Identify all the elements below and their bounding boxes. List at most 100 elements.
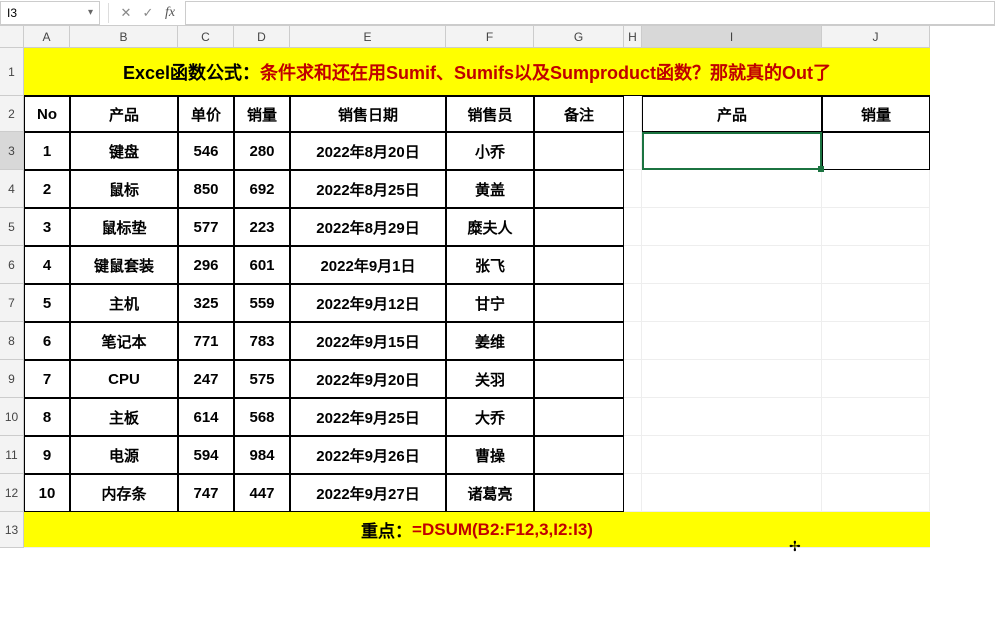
table-cell-price[interactable]: 747: [178, 474, 234, 512]
table-cell-seller[interactable]: 曹操: [446, 436, 534, 474]
table-cell-seller[interactable]: 甘宁: [446, 284, 534, 322]
table-cell-price[interactable]: 546: [178, 132, 234, 170]
column-header-F[interactable]: F: [446, 26, 534, 47]
row-header-1[interactable]: 1: [0, 48, 23, 96]
table-header-note[interactable]: 备注: [534, 96, 624, 132]
table-header-product[interactable]: 产品: [70, 96, 178, 132]
table-cell-product[interactable]: 鼠标: [70, 170, 178, 208]
row-header-7[interactable]: 7: [0, 284, 23, 322]
table-cell-no[interactable]: 1: [24, 132, 70, 170]
gap-cell[interactable]: [624, 436, 642, 474]
gap-cell[interactable]: [624, 360, 642, 398]
empty-cell[interactable]: [642, 360, 822, 398]
table-cell-qty[interactable]: 575: [234, 360, 290, 398]
table-cell-qty[interactable]: 447: [234, 474, 290, 512]
table-cell-qty[interactable]: 984: [234, 436, 290, 474]
table-cell-seller[interactable]: 关羽: [446, 360, 534, 398]
criteria-cell-qty[interactable]: [822, 132, 930, 170]
table-cell-qty[interactable]: 692: [234, 170, 290, 208]
criteria-header-qty[interactable]: 销量: [822, 96, 930, 132]
chevron-down-icon[interactable]: ▾: [88, 7, 93, 18]
table-cell-no[interactable]: 10: [24, 474, 70, 512]
table-cell-product[interactable]: 主板: [70, 398, 178, 436]
criteria-header-product[interactable]: 产品: [642, 96, 822, 132]
empty-cell[interactable]: [822, 246, 930, 284]
table-cell-qty[interactable]: 559: [234, 284, 290, 322]
cancel-icon[interactable]: ✕: [115, 2, 137, 24]
empty-cell[interactable]: [822, 170, 930, 208]
table-cell-no[interactable]: 7: [24, 360, 70, 398]
empty-cell[interactable]: [642, 284, 822, 322]
selection-handle[interactable]: [818, 166, 824, 172]
table-cell-no[interactable]: 8: [24, 398, 70, 436]
table-cell-note[interactable]: [534, 132, 624, 170]
table-cell-seller[interactable]: 糜夫人: [446, 208, 534, 246]
table-cell-note[interactable]: [534, 170, 624, 208]
table-cell-price[interactable]: 325: [178, 284, 234, 322]
table-cell-date[interactable]: 2022年8月25日: [290, 170, 446, 208]
table-cell-seller[interactable]: 诸葛亮: [446, 474, 534, 512]
table-cell-date[interactable]: 2022年9月26日: [290, 436, 446, 474]
table-cell-seller[interactable]: 小乔: [446, 132, 534, 170]
table-cell-qty[interactable]: 223: [234, 208, 290, 246]
table-cell-date[interactable]: 2022年9月1日: [290, 246, 446, 284]
empty-cell[interactable]: [822, 284, 930, 322]
table-cell-price[interactable]: 577: [178, 208, 234, 246]
table-cell-product[interactable]: 电源: [70, 436, 178, 474]
empty-cell[interactable]: [822, 360, 930, 398]
table-cell-product[interactable]: 键鼠套装: [70, 246, 178, 284]
gap-cell[interactable]: [624, 132, 642, 170]
fx-icon[interactable]: fx: [159, 2, 181, 24]
table-header-qty[interactable]: 销量: [234, 96, 290, 132]
table-cell-date[interactable]: 2022年9月12日: [290, 284, 446, 322]
table-cell-date[interactable]: 2022年9月27日: [290, 474, 446, 512]
table-cell-note[interactable]: [534, 208, 624, 246]
table-cell-no[interactable]: 3: [24, 208, 70, 246]
table-cell-price[interactable]: 850: [178, 170, 234, 208]
empty-cell[interactable]: [822, 208, 930, 246]
row-header-12[interactable]: 12: [0, 474, 23, 512]
table-cell-no[interactable]: 9: [24, 436, 70, 474]
footer-formula-cell[interactable]: 重点：=DSUM(B2:F12,3,I2:I3): [24, 512, 930, 548]
table-header-date[interactable]: 销售日期: [290, 96, 446, 132]
table-cell-note[interactable]: [534, 436, 624, 474]
table-cell-note[interactable]: [534, 284, 624, 322]
table-cell-seller[interactable]: 姜维: [446, 322, 534, 360]
table-cell-product[interactable]: CPU: [70, 360, 178, 398]
table-cell-seller[interactable]: 大乔: [446, 398, 534, 436]
table-header-seller[interactable]: 销售员: [446, 96, 534, 132]
row-header-10[interactable]: 10: [0, 398, 23, 436]
table-cell-date[interactable]: 2022年9月15日: [290, 322, 446, 360]
gap-cell[interactable]: [624, 246, 642, 284]
table-cell-price[interactable]: 771: [178, 322, 234, 360]
confirm-icon[interactable]: ✓: [137, 2, 159, 24]
table-cell-note[interactable]: [534, 246, 624, 284]
table-cell-seller[interactable]: 黄盖: [446, 170, 534, 208]
table-cell-price[interactable]: 594: [178, 436, 234, 474]
table-cell-date[interactable]: 2022年9月25日: [290, 398, 446, 436]
empty-cell[interactable]: [822, 436, 930, 474]
empty-cell[interactable]: [642, 246, 822, 284]
table-cell-price[interactable]: 247: [178, 360, 234, 398]
table-header-no[interactable]: No: [24, 96, 70, 132]
table-cell-product[interactable]: 内存条: [70, 474, 178, 512]
empty-cell[interactable]: [642, 474, 822, 512]
table-cell-qty[interactable]: 601: [234, 246, 290, 284]
column-header-B[interactable]: B: [70, 26, 178, 47]
table-cell-price[interactable]: 296: [178, 246, 234, 284]
column-header-A[interactable]: A: [24, 26, 70, 47]
table-cell-date[interactable]: 2022年8月29日: [290, 208, 446, 246]
empty-cell[interactable]: [822, 398, 930, 436]
table-cell-date[interactable]: 2022年8月20日: [290, 132, 446, 170]
row-header-8[interactable]: 8: [0, 322, 23, 360]
empty-cell[interactable]: [642, 208, 822, 246]
column-header-D[interactable]: D: [234, 26, 290, 47]
gap-cell[interactable]: [624, 322, 642, 360]
gap-cell[interactable]: [624, 284, 642, 322]
row-header-4[interactable]: 4: [0, 170, 23, 208]
gap-cell[interactable]: [624, 208, 642, 246]
table-cell-product[interactable]: 鼠标垫: [70, 208, 178, 246]
table-cell-price[interactable]: 614: [178, 398, 234, 436]
criteria-cell-product[interactable]: [642, 132, 822, 170]
gap-cell[interactable]: [624, 474, 642, 512]
